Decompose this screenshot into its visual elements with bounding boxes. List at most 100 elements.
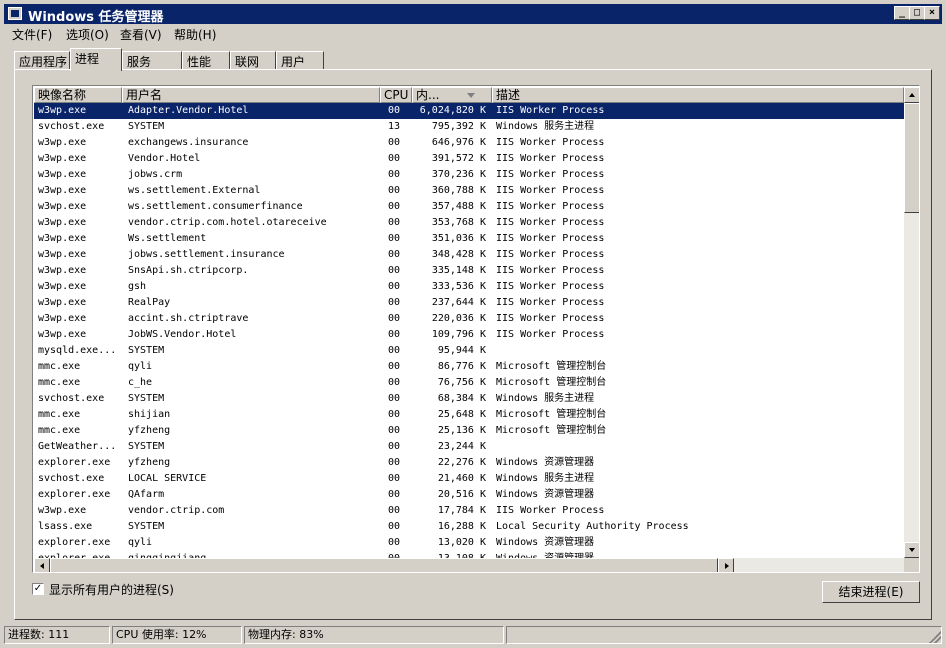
table-row[interactable]: GetWeather... SYSTEM 00 23,244 K bbox=[34, 439, 904, 455]
table-row[interactable]: mysqld.exe... SYSTEM 00 95,944 K bbox=[34, 343, 904, 359]
minimize-button[interactable]: _ bbox=[894, 6, 910, 20]
table-row[interactable]: w3wp.exe ws.settlement.External 00 360,788 … bbox=[34, 183, 904, 199]
row-memory: 109,796 K bbox=[431, 329, 486, 340]
row-memory: 22,276 K bbox=[437, 457, 486, 468]
row-description: IIS Worker Process bbox=[496, 313, 605, 324]
tab-processes[interactable]: 进程 bbox=[70, 48, 122, 71]
menu-view[interactable]: 查看(V) bbox=[120, 26, 162, 43]
row-cpu: 00 bbox=[388, 521, 401, 532]
column-memory[interactable]: 内... bbox=[412, 87, 492, 103]
row-user-name: LOCAL SERVICE bbox=[128, 473, 207, 484]
scroll-right-button[interactable] bbox=[718, 558, 734, 572]
row-cpu: 00 bbox=[388, 281, 401, 292]
table-row[interactable]: w3wp.exe gsh 00 333,536 K IIS Worker Process bbox=[34, 279, 904, 295]
show-all-users-checkbox[interactable]: ✓ bbox=[32, 583, 44, 595]
menu-file[interactable]: 文件(F) bbox=[12, 26, 52, 43]
table-row[interactable]: w3wp.exe Ws.settlement 00 351,036 K IIS Work… bbox=[34, 231, 904, 247]
table-row[interactable]: w3wp.exe SnsApi.sh.ctripcorp. 00 335,148 K I… bbox=[34, 263, 904, 279]
table-row[interactable]: w3wp.exe vendor.ctrip.com.hotel.otareceiv… bbox=[34, 215, 904, 231]
end-process-button[interactable]: 结束进程(E) bbox=[822, 581, 920, 603]
table-row[interactable]: w3wp.exe jobws.settlement.insurance 00 348,… bbox=[34, 247, 904, 263]
table-row[interactable]: mmc.exe yfzheng 00 25,136 K Microsoft 管理控制台 bbox=[34, 423, 904, 439]
row-user-name: RealPay bbox=[128, 297, 171, 308]
table-row[interactable]: mmc.exe c_he 00 76,756 K Microsoft 管理控制台 bbox=[34, 375, 904, 391]
row-description: IIS Worker Process bbox=[496, 217, 605, 228]
table-row[interactable]: mmc.exe qyli 00 86,776 K Microsoft 管理控制台 bbox=[34, 359, 904, 375]
row-user-name: yfzheng bbox=[128, 457, 171, 468]
tab-applications[interactable]: 应用程序 bbox=[14, 51, 70, 70]
scroll-left-button[interactable] bbox=[34, 558, 50, 572]
table-row[interactable]: w3wp.exe jobws.crm 00 370,236 K IIS Worker P… bbox=[34, 167, 904, 183]
row-user-name: QAfarm bbox=[128, 489, 165, 500]
table-row[interactable]: svchost.exe SYSTEM 00 68,384 K Windows 服务主进程 bbox=[34, 391, 904, 407]
scroll-down-button[interactable] bbox=[904, 542, 919, 558]
row-memory: 220,036 K bbox=[431, 313, 486, 324]
tab-services[interactable]: 服务 bbox=[122, 51, 182, 70]
row-description: Microsoft 管理控制台 bbox=[496, 425, 607, 436]
table-row[interactable]: explorer.exe QAfarm 00 20,516 K Windows 资源管理… bbox=[34, 487, 904, 503]
row-user-name: ws.settlement.External bbox=[128, 185, 261, 196]
table-row[interactable]: explorer.exe yfzheng 00 22,276 K Windows 资源管… bbox=[34, 455, 904, 471]
table-row[interactable]: w3wp.exe JobWS.Vendor.Hotel 00 109,796 K IIS… bbox=[34, 327, 904, 343]
tab-networking[interactable]: 联网 bbox=[230, 51, 276, 70]
scroll-up-button[interactable] bbox=[904, 87, 919, 103]
menu-help[interactable]: 帮助(H) bbox=[174, 26, 216, 43]
row-user-name: jobws.crm bbox=[128, 169, 183, 180]
table-row[interactable]: w3wp.exe accint.sh.ctriptrave 00 220,036 K I… bbox=[34, 311, 904, 327]
table-row[interactable]: explorer.exe qinggingjiang 0013,108 K Windo… bbox=[34, 551, 904, 558]
row-image-name: w3wp.exe bbox=[38, 297, 87, 308]
table-row[interactable]: lsass.exe SYSTEM 00 16,288 K Local Security … bbox=[34, 519, 904, 535]
row-description: IIS Worker Process bbox=[496, 185, 605, 196]
row-memory: 68,384 K bbox=[437, 393, 486, 404]
table-row[interactable]: explorer.exe qyli 00 13,020 K Windows 资源管理器 bbox=[34, 535, 904, 551]
row-image-name: w3wp.exe bbox=[38, 105, 87, 116]
table-row[interactable]: w3wp.exe ws.settlement.consumerfinance 00 3… bbox=[34, 199, 904, 215]
menu-options[interactable]: 选项(O) bbox=[66, 26, 109, 43]
row-image-name: svchost.exe bbox=[38, 393, 105, 404]
horizontal-scrollbar[interactable] bbox=[34, 558, 904, 572]
status-bar: 进程数: 111 CPU 使用率: 12% 物理内存: 83% bbox=[4, 624, 942, 644]
column-user-name[interactable]: 用户名 bbox=[122, 87, 380, 103]
close-button[interactable]: × bbox=[924, 6, 940, 20]
table-row[interactable]: svchost.exe LOCAL SERVICE 00 21,460 K Window… bbox=[34, 471, 904, 487]
column-cpu[interactable]: CPU bbox=[380, 87, 412, 103]
table-row[interactable]: w3wp.exe Adapter.Vendor.Hotel 00 6,024,820 … bbox=[34, 103, 904, 119]
row-user-name: ws.settlement.consumerfinance bbox=[128, 201, 303, 212]
table-row[interactable]: svchost.exe SYSTEM 13 795,392 K Windows 服务主进… bbox=[34, 119, 904, 135]
table-row[interactable]: w3wp.exe vendor.ctrip.com 00 17,784 K IIS Wo… bbox=[34, 503, 904, 519]
column-image-name[interactable]: 映像名称 bbox=[34, 87, 122, 103]
row-description: IIS Worker Process bbox=[496, 201, 605, 212]
row-description: Windows 服务主进程 bbox=[496, 121, 595, 132]
row-image-name: w3wp.exe bbox=[38, 249, 87, 260]
row-user-name: shijian bbox=[128, 409, 171, 420]
row-description: IIS Worker Process bbox=[496, 249, 605, 260]
column-description[interactable]: 描述 bbox=[492, 87, 904, 103]
status-process-count: 进程数: 111 bbox=[4, 626, 110, 644]
row-description: IIS Worker Process bbox=[496, 281, 605, 292]
row-memory: 23,244 K bbox=[437, 441, 486, 452]
resize-grip-icon[interactable] bbox=[929, 631, 941, 643]
table-row[interactable]: w3wp.exe RealPay 00 237,644 K IIS Worker Pro… bbox=[34, 295, 904, 311]
row-cpu: 00 bbox=[388, 425, 401, 436]
vertical-scroll-thumb[interactable] bbox=[904, 103, 919, 213]
tab-users[interactable]: 用户 bbox=[276, 51, 324, 70]
row-memory: 646,976 K bbox=[431, 137, 486, 148]
process-list[interactable]: 映像名称 用户名 CPU 内... 描述 w3wp.exe Adapter.Ven… bbox=[32, 85, 920, 573]
row-user-name: SYSTEM bbox=[128, 393, 165, 404]
table-row[interactable]: mmc.exe shijian 00 25,648 K Microsoft 管理控制台 bbox=[34, 407, 904, 423]
horizontal-scroll-thumb[interactable] bbox=[50, 558, 718, 572]
row-image-name: mmc.exe bbox=[38, 377, 81, 388]
row-cpu: 00 bbox=[388, 233, 401, 244]
row-cpu: 00 bbox=[388, 551, 416, 558]
row-memory: 391,572 K bbox=[431, 153, 486, 164]
row-image-name: w3wp.exe bbox=[38, 505, 87, 516]
table-row[interactable]: w3wp.exe Vendor.Hotel 00 391,572 K IIS Worke… bbox=[34, 151, 904, 167]
row-memory: 16,288 K bbox=[437, 521, 486, 532]
row-description: IIS Worker Process bbox=[496, 297, 605, 308]
row-image-name: explorer.exe bbox=[38, 537, 111, 548]
maximize-button[interactable]: □ bbox=[909, 6, 925, 20]
vertical-scrollbar[interactable] bbox=[904, 87, 919, 558]
show-all-users-label[interactable]: 显示所有用户的进程(S) bbox=[49, 581, 174, 598]
tab-performance[interactable]: 性能 bbox=[182, 51, 230, 70]
table-row[interactable]: w3wp.exe exchangews.insurance 00 646,976 K I… bbox=[34, 135, 904, 151]
